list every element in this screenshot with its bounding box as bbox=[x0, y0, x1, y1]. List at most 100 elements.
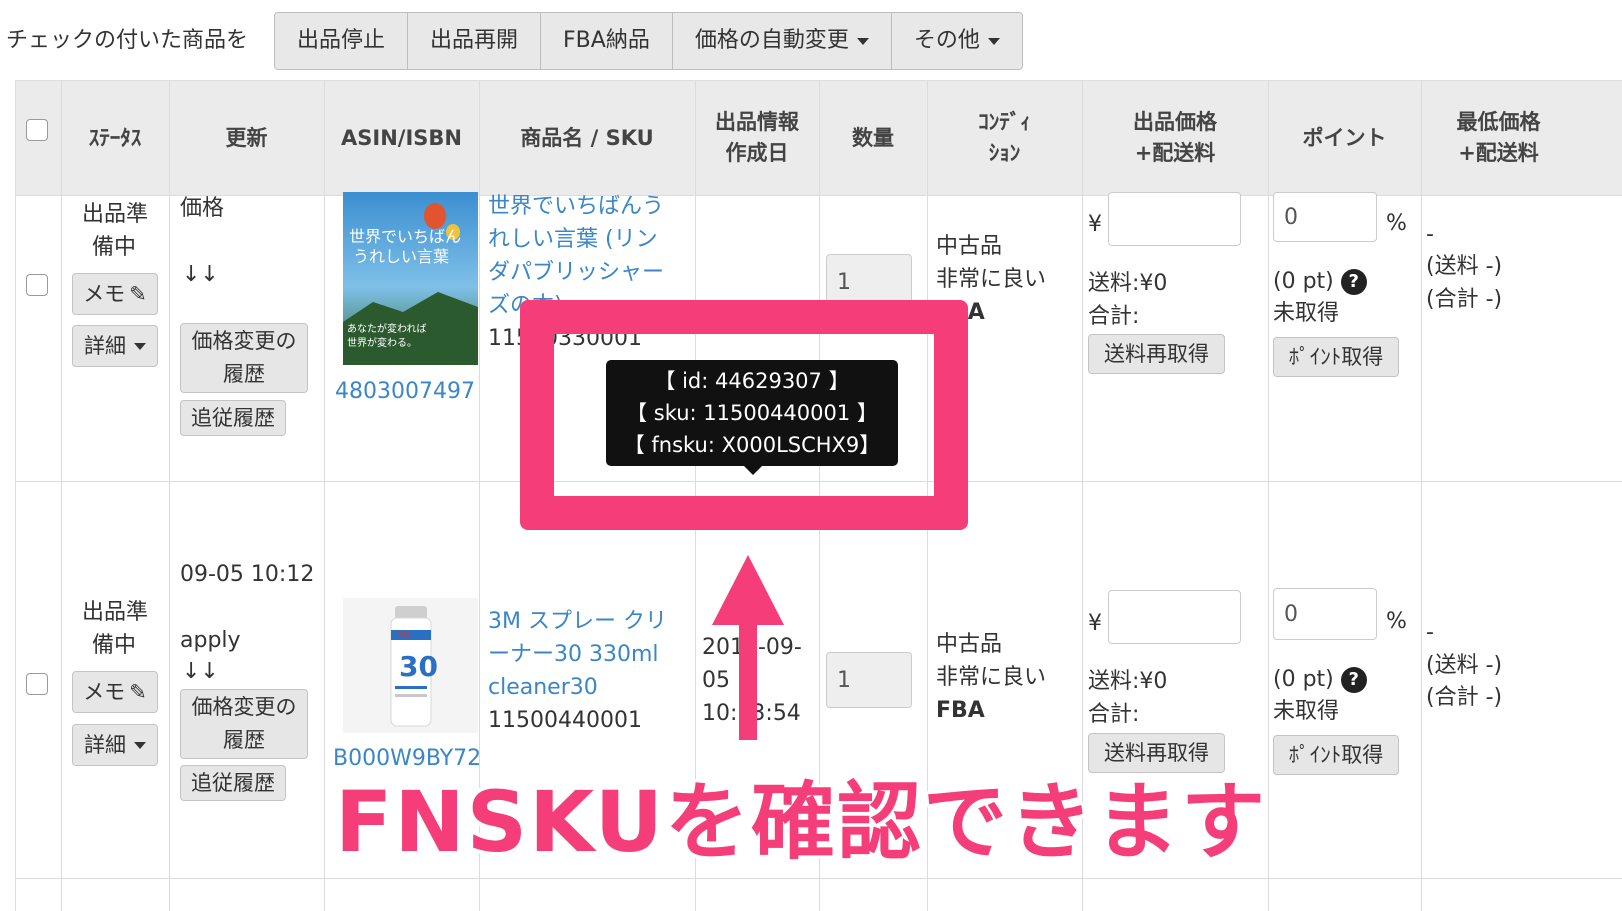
status-text: 備中 bbox=[92, 633, 137, 658]
caret-down-icon bbox=[856, 37, 869, 45]
header-status: ｽﾃｰﾀｽ bbox=[88, 125, 142, 150]
auto-price-change-dropdown[interactable]: 価格の自動変更 bbox=[672, 13, 892, 69]
question-circle-icon[interactable]: ? bbox=[1340, 269, 1367, 295]
column-divider bbox=[324, 80, 325, 911]
memo-button[interactable]: メモ ✎ bbox=[72, 671, 158, 713]
update-label: apply bbox=[180, 628, 241, 653]
thumbnail-title-line1: 世界でいちばん bbox=[349, 227, 461, 246]
header-quantity: 数量 bbox=[852, 125, 894, 150]
update-arrows: ↓↓ bbox=[182, 262, 219, 287]
yen-sign: ¥ bbox=[1088, 611, 1102, 636]
follow-history-button[interactable]: 追従履歴 bbox=[180, 400, 286, 436]
price-history-label-2: 履歴 bbox=[223, 728, 265, 752]
resume-listing-button[interactable]: 出品再開 bbox=[408, 13, 542, 69]
price-history-button[interactable]: 価格変更の 履歴 bbox=[180, 323, 308, 393]
points-input[interactable]: 0 bbox=[1273, 192, 1377, 242]
acquire-points-button[interactable]: ﾎﾟｲﾝﾄ取得 bbox=[1273, 735, 1399, 775]
price-input[interactable] bbox=[1108, 590, 1241, 644]
percent-sign: % bbox=[1386, 211, 1407, 236]
status-text: 出品準 bbox=[82, 600, 149, 625]
header-condition: ｺﾝﾃﾞｨ ｼｮﾝ bbox=[927, 81, 1082, 195]
price-history-button[interactable]: 価格変更の 履歴 bbox=[180, 689, 308, 759]
detail-label: 詳細 bbox=[84, 333, 126, 358]
min-price-value: - bbox=[1426, 620, 1434, 645]
row-checkbox[interactable] bbox=[26, 673, 48, 695]
percent-sign: % bbox=[1386, 609, 1407, 634]
follow-history-button[interactable]: 追従履歴 bbox=[180, 765, 286, 801]
header-product-name: 商品名 / SKU bbox=[520, 125, 654, 150]
column-divider bbox=[169, 80, 170, 911]
thumbnail-title-line2: うれしい言葉 bbox=[353, 247, 449, 266]
status-text: 備中 bbox=[92, 235, 137, 260]
thumbnail-model: 30 bbox=[399, 650, 438, 683]
condition-text: 非常に良い bbox=[936, 665, 1047, 690]
header-min-price: 最低価格 +配送料 bbox=[1421, 81, 1576, 195]
header-price-line1: 出品価格 bbox=[1133, 110, 1217, 134]
points-status: 未取得 bbox=[1273, 699, 1340, 724]
min-price-value: - bbox=[1426, 222, 1434, 247]
select-all-checkbox[interactable] bbox=[26, 119, 48, 141]
table-border bbox=[15, 80, 16, 911]
product-name-link[interactable]: ーナー30 330ml bbox=[488, 638, 659, 671]
sku-text: 11500440001 bbox=[488, 708, 642, 733]
product-name-link[interactable]: ダパブリッシャー bbox=[488, 256, 664, 289]
thumbnail-subtitle-line2: 世界が変わる。 bbox=[347, 336, 417, 349]
memo-button-label: メモ bbox=[83, 679, 126, 704]
fulfillment-text: FBA bbox=[936, 698, 985, 723]
other-actions-label: その他 bbox=[913, 28, 980, 53]
reacquire-shipping-button[interactable]: 送料再取得 bbox=[1088, 334, 1225, 374]
min-price-shipping: (送料 -) bbox=[1426, 254, 1503, 279]
points-status: 未取得 bbox=[1273, 301, 1340, 326]
question-circle-icon[interactable]: ? bbox=[1340, 667, 1367, 693]
product-thumbnail[interactable]: 世界でいちばん うれしい言葉 あなたが変われば 世界が変わる。 bbox=[343, 192, 478, 365]
header-points: ポイント bbox=[1302, 125, 1387, 150]
header-update: 更新 bbox=[225, 125, 268, 150]
update-time: 09-05 10:12 bbox=[180, 562, 315, 587]
total-text: 合計: bbox=[1088, 304, 1140, 329]
update-arrows: ↓↓ bbox=[182, 659, 219, 684]
column-divider bbox=[61, 80, 62, 911]
detail-dropdown[interactable]: 詳細 bbox=[72, 325, 158, 367]
product-name-link[interactable]: れしい言葉 (リン bbox=[488, 223, 658, 256]
stop-listing-button[interactable]: 出品停止 bbox=[275, 13, 409, 69]
detail-dropdown[interactable]: 詳細 bbox=[72, 724, 158, 766]
annotation-caption: FNSKUを確認できます bbox=[335, 773, 1268, 871]
min-price-total: (合計 -) bbox=[1426, 287, 1503, 312]
product-thumbnail[interactable]: 3M 30 bbox=[343, 598, 478, 733]
points-amount-text: (0 pt) bbox=[1273, 667, 1334, 692]
memo-button-label: メモ bbox=[83, 281, 126, 306]
header-created-line1: 出品情報 bbox=[715, 110, 799, 134]
row-checkbox[interactable] bbox=[26, 274, 48, 296]
product-name-link[interactable]: 3M スプレー クリ bbox=[488, 605, 667, 638]
asin-link[interactable]: 4803007497 bbox=[335, 375, 475, 408]
header-condition-line1: ｺﾝﾃﾞｨ bbox=[978, 110, 1031, 134]
thumbnail-brand: 3M bbox=[397, 631, 411, 641]
pencil-icon: ✎ bbox=[129, 281, 147, 306]
points-amount-text: (0 pt) bbox=[1273, 269, 1334, 294]
product-name-link[interactable]: cleaner30 bbox=[488, 671, 598, 704]
header-condition-line2: ｼｮﾝ bbox=[988, 141, 1021, 165]
quantity-input[interactable]: 1 bbox=[826, 652, 912, 708]
status-text: 出品準 bbox=[82, 202, 149, 227]
bulk-action-button-group: 出品停止 出品再開 FBA納品 価格の自動変更 その他 bbox=[274, 12, 1023, 70]
tooltip-fnsku: 【 fnsku: X000LSCHX9】 bbox=[623, 433, 881, 457]
condition-text: 中古品 bbox=[936, 234, 1003, 259]
condition-text: 中古品 bbox=[936, 632, 1003, 657]
yen-sign: ¥ bbox=[1088, 212, 1102, 237]
fba-shipment-button[interactable]: FBA納品 bbox=[541, 13, 673, 69]
product-name-link[interactable]: 世界でいちばんう bbox=[488, 190, 664, 223]
caret-down-icon bbox=[987, 37, 1000, 45]
points-input[interactable]: 0 bbox=[1273, 588, 1377, 640]
price-history-label-1: 価格変更の bbox=[191, 695, 297, 719]
acquire-points-button[interactable]: ﾎﾟｲﾝﾄ取得 bbox=[1273, 337, 1399, 377]
created-date: 05 bbox=[702, 668, 730, 693]
other-actions-dropdown[interactable]: その他 bbox=[891, 13, 1022, 69]
detail-label: 詳細 bbox=[84, 732, 126, 757]
header-min-price-line1: 最低価格 bbox=[1456, 110, 1541, 134]
price-input[interactable] bbox=[1108, 192, 1241, 246]
header-asin: ASIN/ISBN bbox=[341, 125, 462, 150]
thumbnail-subtitle-line1: あなたが変われば bbox=[347, 322, 427, 335]
memo-button[interactable]: メモ ✎ bbox=[72, 273, 158, 315]
caret-down-icon bbox=[134, 741, 146, 749]
tooltip-sku: 【 sku: 11500440001 】 bbox=[626, 401, 878, 425]
